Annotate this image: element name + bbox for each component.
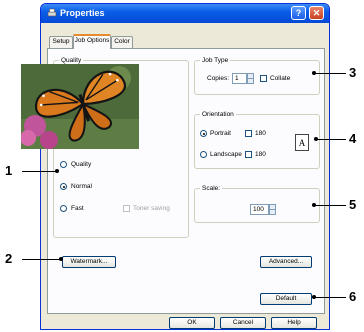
orientation-preview-icon: A — [295, 134, 309, 151]
title-bar[interactable]: Properties ? ✕ — [41, 4, 329, 23]
callout-3: 3 — [349, 65, 357, 80]
toner-saving-label: Toner saving — [133, 205, 170, 212]
scale-spinner[interactable] — [269, 204, 276, 215]
quality-radio-fast[interactable] — [60, 205, 67, 212]
default-button[interactable]: Default — [260, 293, 312, 305]
copies-spinner[interactable] — [247, 73, 254, 84]
quality-radio-normal[interactable] — [60, 183, 67, 190]
tab-setup[interactable]: Setup — [49, 36, 73, 48]
landscape-radio[interactable] — [200, 151, 207, 158]
cancel-button[interactable]: Cancel — [220, 317, 266, 329]
callout-dot-5 — [312, 203, 316, 207]
callout-line-1 — [22, 171, 56, 172]
copies-label: Copies: — [207, 75, 230, 82]
copies-input[interactable]: 1 — [232, 73, 247, 84]
callout-dot-3 — [312, 71, 316, 75]
help-button[interactable]: Help — [271, 317, 317, 329]
callout-line-2 — [22, 259, 60, 260]
ok-button[interactable]: OK — [169, 317, 215, 329]
callout-6: 6 — [349, 289, 357, 304]
callout-5: 5 — [349, 197, 357, 212]
landscape-180-label: 180 — [255, 151, 266, 158]
callout-dot-1 — [55, 169, 59, 173]
quality-radio-quality[interactable] — [60, 161, 67, 168]
printer-icon — [47, 8, 57, 17]
quality-legend: Quality — [59, 57, 84, 64]
quality-label-fast: Fast — [71, 205, 84, 212]
callout-1: 1 — [5, 163, 13, 178]
callout-dot-6 — [312, 295, 316, 299]
collate-label: Collate — [270, 75, 291, 82]
tab-color[interactable]: Color — [111, 36, 133, 48]
callout-line-5 — [314, 205, 346, 206]
advanced-button[interactable]: Advanced... — [260, 256, 312, 268]
callout-4: 4 — [349, 131, 357, 146]
landscape-180-checkbox[interactable] — [245, 151, 252, 158]
title-help-button[interactable]: ? — [291, 6, 306, 20]
quality-preview-image — [21, 64, 139, 149]
portrait-180-label: 180 — [255, 130, 266, 137]
portrait-180-checkbox[interactable] — [245, 130, 252, 137]
callout-line-3 — [314, 73, 346, 74]
collate-checkbox[interactable] — [260, 75, 267, 82]
callout-dot-4 — [314, 137, 318, 141]
job-type-legend: Job Type — [200, 57, 231, 64]
callout-line-6 — [314, 297, 346, 298]
portrait-label: Portrait — [210, 130, 231, 137]
window-title: Properties — [60, 8, 105, 18]
orientation-legend: Orientation — [200, 111, 236, 118]
tab-job-options[interactable]: Job Options — [73, 34, 111, 49]
watermark-button[interactable]: Watermark... — [62, 256, 116, 268]
quality-label-quality: Quality — [71, 161, 92, 168]
callout-dot-2 — [59, 257, 63, 261]
callout-line-4 — [316, 139, 346, 140]
callout-2: 2 — [5, 251, 13, 266]
toner-saving-checkbox[interactable] — [123, 205, 130, 212]
title-close-button[interactable]: ✕ — [309, 6, 324, 20]
scale-legend: Scale: — [200, 185, 223, 192]
scale-input[interactable]: 100 — [250, 204, 269, 215]
landscape-label: Landscape — [210, 151, 242, 158]
portrait-radio[interactable] — [200, 130, 207, 137]
quality-label-normal: Normal — [71, 183, 92, 190]
properties-dialog: Properties ? ✕ Setup Job Options Color Q… — [40, 3, 330, 330]
